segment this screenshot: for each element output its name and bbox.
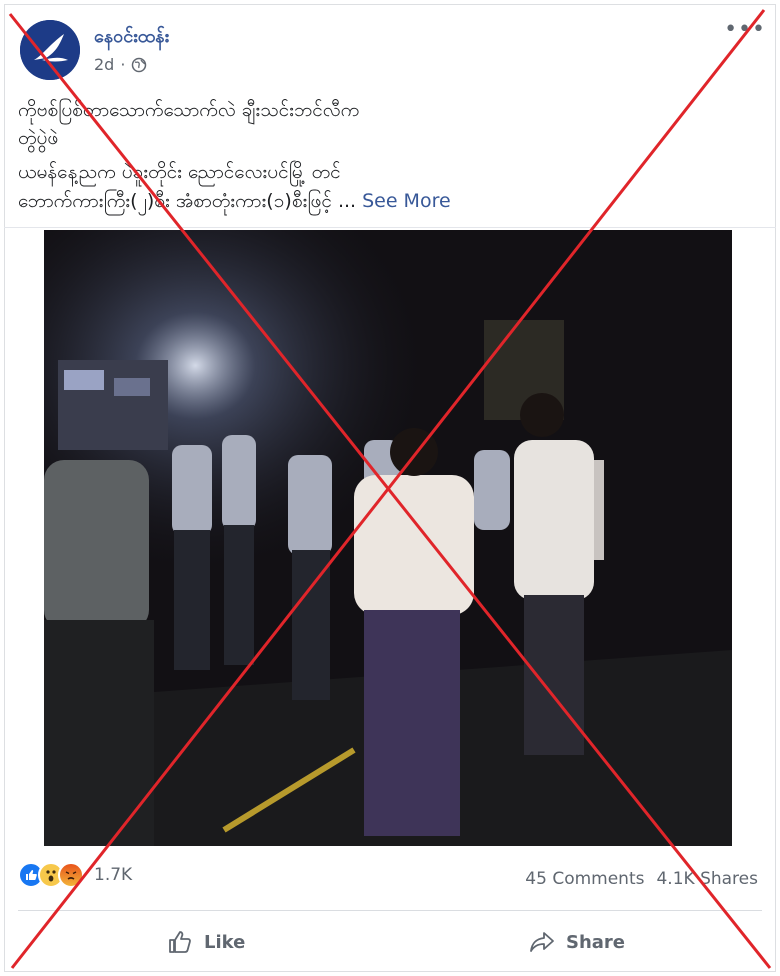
post-text-line-4: ဘောက်ကားကြီး(၂)စီး အံစာတုံးကား(၁)စီးဖြင့… [18, 189, 451, 217]
share-arrow-icon [530, 932, 554, 952]
post-text-line-2: တွဲပွဲဖဲ [18, 127, 59, 149]
like-button[interactable]: Like [166, 924, 245, 960]
share-label: Share [566, 931, 626, 953]
like-label: Like [204, 931, 246, 953]
content-divider [4, 227, 776, 228]
more-options-button[interactable]: ••• [724, 17, 766, 42]
post-text-line-3: ယမန်နေ့ညက ပဲခူးတိုင်း ညောင်လေးပင်မြို့ တ… [18, 161, 341, 183]
comments-count-link[interactable]: 45 Comments [525, 869, 644, 889]
meta-separator: · [120, 55, 126, 74]
post-text-line-1: ကိုဗစ်ပြစ်တာသောက်သောက်လဲ ချီးသင်းဘင်လီက [18, 99, 360, 121]
angry-reaction-icon [58, 862, 84, 888]
photo-scene [44, 230, 732, 846]
shares-count-link[interactable]: 4.1K Shares [656, 869, 758, 889]
post-text-line-4-text: ဘောက်ကားကြီး(၂)စီး အံစာတုံးကား(၁)စီးဖြင့… [18, 190, 357, 212]
thumbs-up-icon [169, 931, 191, 953]
post-photo[interactable] [44, 230, 732, 846]
page-avatar[interactable] [20, 20, 80, 80]
post-time[interactable]: 2d [94, 55, 114, 74]
reactions-summary[interactable]: 1.7K [18, 862, 132, 888]
engagement-stats: 45 Comments 4.1K Shares [525, 869, 758, 889]
bird-logo-icon [20, 20, 80, 80]
actions-divider [18, 910, 762, 911]
post-meta: 2d · [94, 55, 147, 74]
reaction-count: 1.7K [94, 865, 133, 885]
ellipsis-icon: ••• [724, 17, 766, 42]
share-button[interactable]: Share [528, 924, 625, 960]
page-name-link[interactable]: နေဝင်းထန်း [94, 24, 169, 51]
globe-icon [132, 57, 147, 72]
see-more-link[interactable]: See More [362, 190, 451, 212]
